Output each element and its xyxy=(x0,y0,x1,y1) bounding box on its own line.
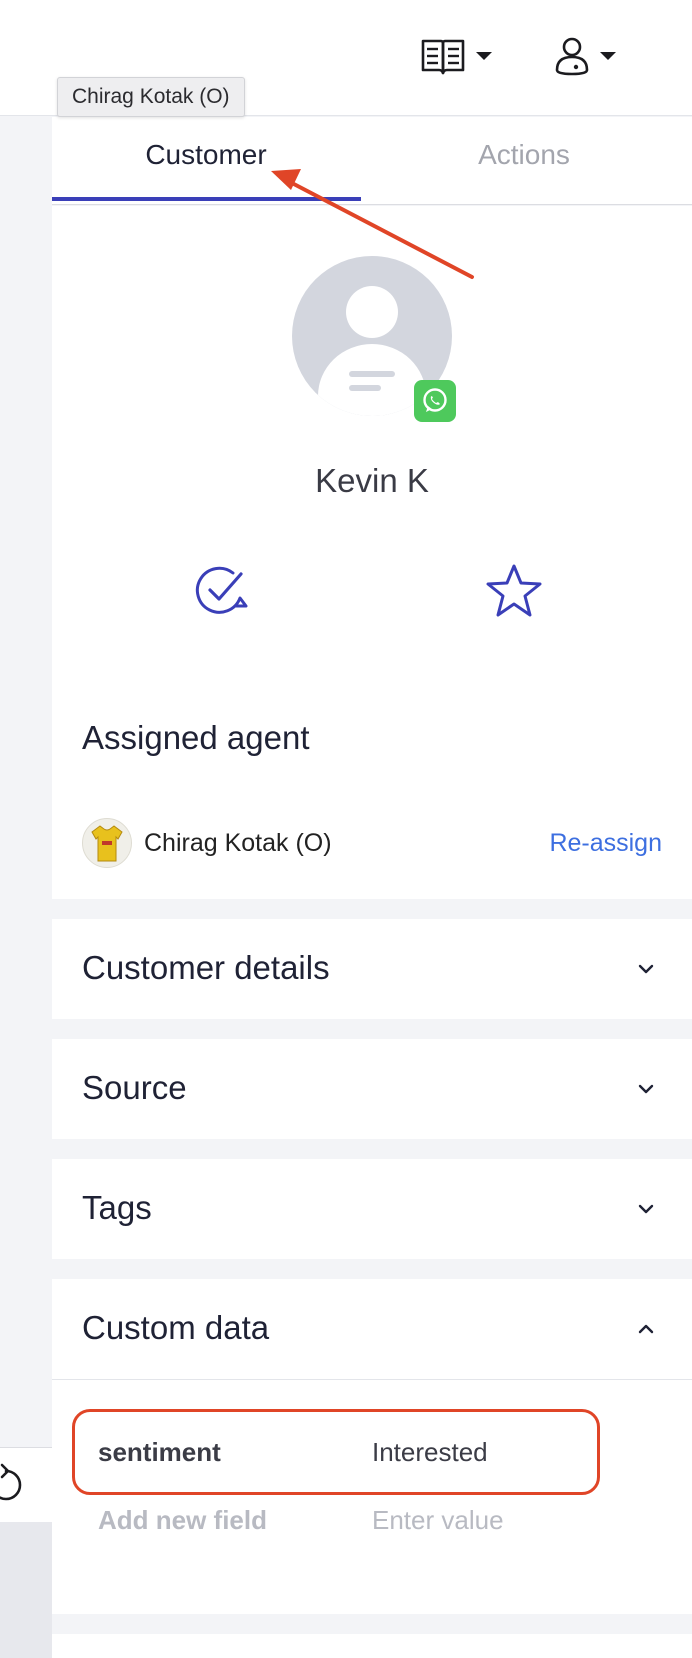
jersey-icon xyxy=(91,825,123,862)
customer-panel: Customer Actions Kevin K Assigned agent … xyxy=(52,117,692,1658)
book-icon xyxy=(421,39,465,75)
new-field-row: Add new field Enter value xyxy=(72,1494,662,1546)
chevron-down-icon xyxy=(600,52,616,60)
new-value-input[interactable]: Enter value xyxy=(372,1505,504,1536)
star-icon[interactable] xyxy=(484,562,544,622)
tab-customer[interactable]: Customer xyxy=(52,139,360,171)
panel-tabs: Customer Actions xyxy=(52,117,692,205)
refresh-icon[interactable] xyxy=(0,1448,52,1522)
custom-data-title: Custom data xyxy=(82,1309,270,1346)
new-field-input[interactable]: Add new field xyxy=(98,1505,267,1536)
profile-menu[interactable] xyxy=(554,34,616,78)
agent-tooltip: Chirag Kotak (O) xyxy=(57,77,245,117)
user-icon xyxy=(555,37,589,76)
customer-name: Kevin K xyxy=(315,462,429,499)
chevron-up-icon[interactable] xyxy=(636,1321,656,1337)
left-bottom-area xyxy=(0,1522,52,1658)
whatsapp-icon xyxy=(414,380,456,422)
reassign-link[interactable]: Re-assign xyxy=(549,829,662,858)
customer-details-title: Customer details xyxy=(82,949,330,986)
left-strip xyxy=(0,1447,52,1522)
assigned-agent-title: Assigned agent xyxy=(82,719,310,756)
next-section xyxy=(52,1634,692,1658)
agent-name: Chirag Kotak (O) xyxy=(144,828,332,857)
customer-details-section[interactable]: Customer details xyxy=(52,919,692,1019)
assigned-agent-card: Assigned agent Chirag Kotak (O) Re-assig… xyxy=(52,689,692,899)
guide-menu[interactable] xyxy=(420,34,492,78)
chevron-down-icon xyxy=(638,1084,654,1094)
agent-avatar xyxy=(82,818,132,868)
chevron-down-icon xyxy=(476,52,492,60)
tab-actions[interactable]: Actions xyxy=(370,139,678,171)
custom-data-section: Custom data sentiment Interested Add new… xyxy=(52,1279,692,1614)
resolve-chat-icon[interactable] xyxy=(192,562,252,622)
left-column xyxy=(0,117,52,1658)
annotation-highlight-box xyxy=(72,1409,600,1495)
tags-title: Tags xyxy=(82,1189,152,1226)
active-tab-indicator xyxy=(52,197,361,201)
source-title: Source xyxy=(82,1069,187,1106)
chevron-down-icon xyxy=(638,964,654,974)
chevron-down-icon xyxy=(638,1204,654,1214)
divider xyxy=(52,1379,692,1380)
agent-row: Chirag Kotak (O) Re-assign xyxy=(82,818,662,868)
tags-section[interactable]: Tags xyxy=(52,1159,692,1259)
source-section[interactable]: Source xyxy=(52,1039,692,1139)
